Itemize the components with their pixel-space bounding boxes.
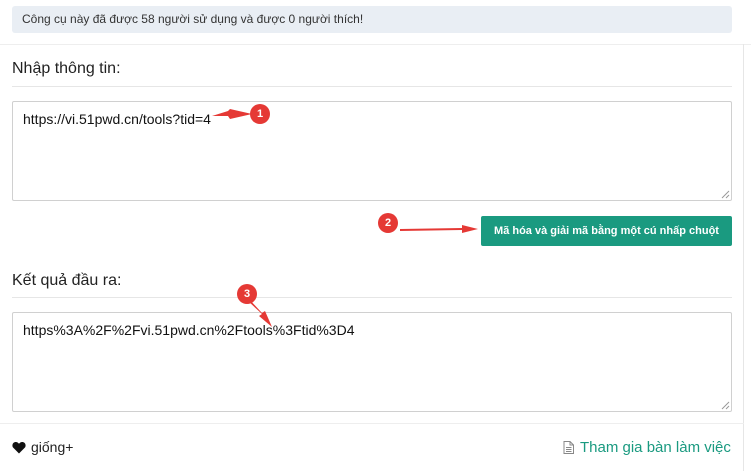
top-divider xyxy=(0,44,751,45)
heart-icon xyxy=(12,441,26,453)
input-section-title: Nhập thông tin: xyxy=(12,60,121,77)
like-button[interactable]: giống+ xyxy=(12,438,73,456)
annotation-badge-1: 1 xyxy=(250,104,270,124)
resize-grip-icon[interactable] xyxy=(721,190,730,199)
join-workbench-link[interactable]: Tham gia bàn làm việc xyxy=(563,438,731,456)
output-textarea[interactable] xyxy=(12,312,732,412)
annotation-badge-3: 3 xyxy=(237,284,257,304)
input-section-divider xyxy=(12,86,732,87)
usage-info-bar: Công cụ này đã được 58 người sử dụng và … xyxy=(12,6,732,33)
annotation-badge-2: 2 xyxy=(378,213,398,233)
input-textarea[interactable] xyxy=(12,101,732,201)
right-border xyxy=(743,44,744,471)
encode-decode-button[interactable]: Mã hóa và giải mã bằng một cú nhấp chuột xyxy=(481,216,732,246)
workbench-label: Tham gia bàn làm việc xyxy=(580,438,731,456)
output-section-title: Kết quả đầu ra: xyxy=(12,272,122,289)
like-label: giống+ xyxy=(31,439,74,455)
annotation-arrow-2 xyxy=(400,225,478,233)
output-section-divider xyxy=(12,297,732,298)
document-icon xyxy=(563,440,574,454)
usage-info-text: Công cụ này đã được 58 người sử dụng và … xyxy=(22,12,364,26)
bottom-divider xyxy=(0,423,744,424)
resize-grip-icon[interactable] xyxy=(721,401,730,410)
